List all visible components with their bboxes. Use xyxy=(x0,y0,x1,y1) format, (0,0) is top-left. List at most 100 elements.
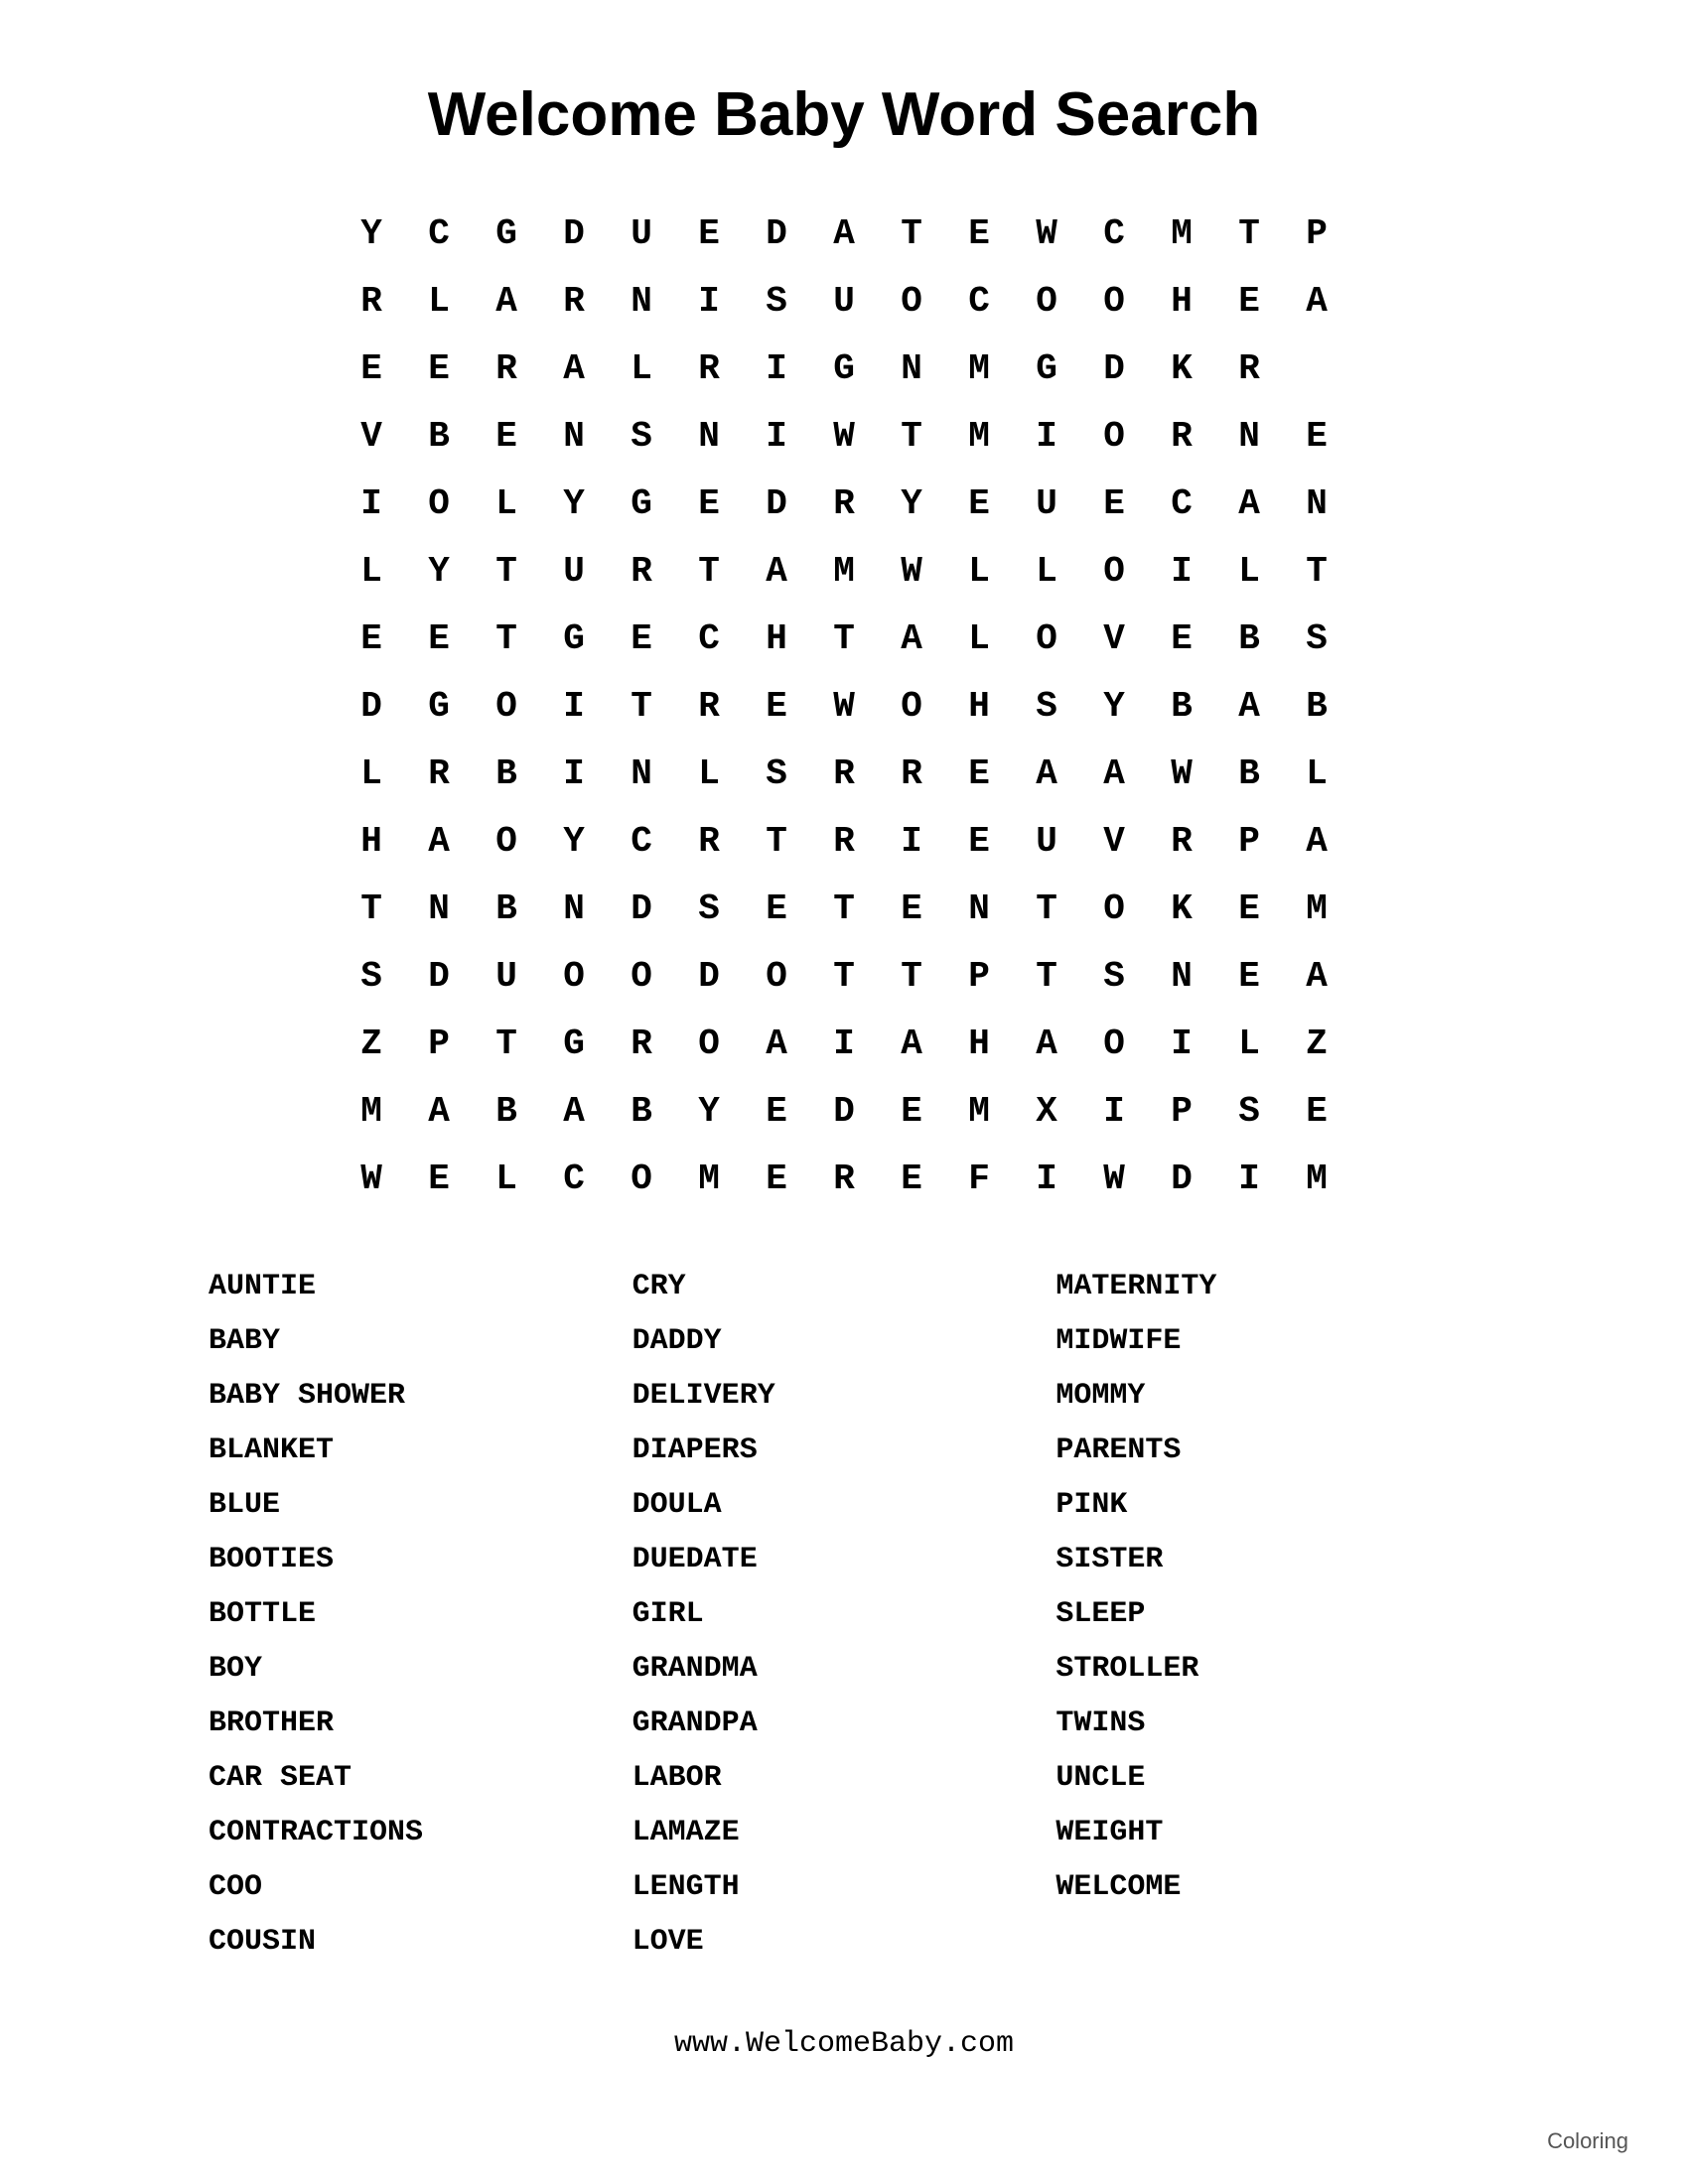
grid-cell: H xyxy=(1148,267,1215,335)
grid-cell: D xyxy=(743,470,810,537)
grid-cell: O xyxy=(405,470,473,537)
grid-cell: W xyxy=(878,537,945,605)
grid-cell: Y xyxy=(540,470,608,537)
grid-cell: I xyxy=(810,1010,878,1077)
grid-cell: T xyxy=(810,942,878,1010)
grid-cell: E xyxy=(405,605,473,672)
word-item: BLANKET xyxy=(209,1426,633,1476)
word-item: BROTHER xyxy=(209,1699,633,1749)
grid-cell: P xyxy=(405,1010,473,1077)
grid-cell: A xyxy=(1215,470,1283,537)
grid-cell: S xyxy=(338,942,405,1010)
grid-cell: U xyxy=(608,200,675,267)
grid-cell: H xyxy=(743,605,810,672)
grid-cell: E xyxy=(1215,875,1283,942)
word-item: CONTRACTIONS xyxy=(209,1808,633,1858)
grid-cell: L xyxy=(338,740,405,807)
grid-cell: F xyxy=(945,1145,1013,1212)
grid-cell: N xyxy=(878,335,945,402)
grid-cell: O xyxy=(1080,875,1148,942)
grid-cell: L xyxy=(945,537,1013,605)
grid-cell: I xyxy=(540,740,608,807)
grid-cell: S xyxy=(608,402,675,470)
grid-cell: N xyxy=(1215,402,1283,470)
grid-cell: E xyxy=(405,335,473,402)
word-item: BOY xyxy=(209,1644,633,1695)
grid-cell: M xyxy=(1283,875,1350,942)
grid-cell: T xyxy=(338,875,405,942)
grid-row: WELCOMEREFIWDIM xyxy=(338,1145,1350,1212)
grid-cell: R xyxy=(338,267,405,335)
grid-cell: E xyxy=(675,470,743,537)
grid-cell: I xyxy=(1013,402,1080,470)
grid-row: LRBINLSRREAAWBL xyxy=(338,740,1350,807)
word-item: SISTER xyxy=(1055,1535,1479,1585)
grid-cell: D xyxy=(810,1077,878,1145)
grid-cell: E xyxy=(1148,605,1215,672)
grid-cell: E xyxy=(1283,1077,1350,1145)
word-item: DADDY xyxy=(633,1316,1056,1367)
grid-cell: L xyxy=(1283,740,1350,807)
word-item: BOTTLE xyxy=(209,1589,633,1640)
grid-cell: P xyxy=(1148,1077,1215,1145)
page: Welcome Baby Word Search YCGDUEDATEWCMTP… xyxy=(0,0,1688,2184)
grid-cell: B xyxy=(1215,740,1283,807)
grid-cell: D xyxy=(1148,1145,1215,1212)
grid-cell: O xyxy=(540,942,608,1010)
grid-cell: P xyxy=(945,942,1013,1010)
word-column: AUNTIEBABYBABY SHOWERBLANKETBLUEBOOTIESB… xyxy=(209,1262,633,1968)
grid-cell: E xyxy=(878,1077,945,1145)
grid-cell: E xyxy=(945,200,1013,267)
grid-row: EERALRIGNMGDKR xyxy=(338,335,1350,402)
grid-cell: Z xyxy=(1283,1010,1350,1077)
grid-cell: S xyxy=(743,267,810,335)
grid-cell: T xyxy=(473,605,540,672)
word-item: LOVE xyxy=(633,1917,1056,1968)
grid-cell: A xyxy=(1283,942,1350,1010)
grid-cell: E xyxy=(608,605,675,672)
word-column: MATERNITYMIDWIFEMOMMYPARENTSPINKSISTERSL… xyxy=(1055,1262,1479,1968)
grid-cell: A xyxy=(1283,267,1350,335)
grid-row: DGOITREWOHSYBAB xyxy=(338,672,1350,740)
word-item: DELIVERY xyxy=(633,1371,1056,1422)
grid-row: ZPTGROAIAHAOILZ xyxy=(338,1010,1350,1077)
grid-cell: L xyxy=(473,470,540,537)
grid-cell: R xyxy=(1148,807,1215,875)
grid-cell: E xyxy=(1215,267,1283,335)
grid-cell: O xyxy=(743,942,810,1010)
grid-cell: U xyxy=(1013,470,1080,537)
grid-cell: W xyxy=(1148,740,1215,807)
word-item: BOOTIES xyxy=(209,1535,633,1585)
grid-cell: R xyxy=(810,470,878,537)
grid-cell: M xyxy=(945,402,1013,470)
grid-cell: H xyxy=(945,1010,1013,1077)
grid-cell: N xyxy=(1148,942,1215,1010)
grid-cell: O xyxy=(1080,1010,1148,1077)
grid-cell: V xyxy=(1080,807,1148,875)
grid-cell: O xyxy=(878,267,945,335)
grid-cell: N xyxy=(540,875,608,942)
grid-cell: R xyxy=(810,740,878,807)
grid-cell: N xyxy=(540,402,608,470)
grid-cell: A xyxy=(1013,1010,1080,1077)
grid-cell: T xyxy=(473,537,540,605)
word-item: CAR SEAT xyxy=(209,1753,633,1804)
word-column: CRYDADDYDELIVERYDIAPERSDOULADUEDATEGIRLG… xyxy=(633,1262,1056,1968)
grid-cell: N xyxy=(675,402,743,470)
word-search-grid: YCGDUEDATEWCMTPRLARNISUOCOOHEAEERALRIGNM… xyxy=(338,200,1350,1212)
grid-row: IOLYGEDRYEUECAN xyxy=(338,470,1350,537)
grid-cell: Y xyxy=(405,537,473,605)
grid-cell: E xyxy=(338,605,405,672)
word-item: GRANDMA xyxy=(633,1644,1056,1695)
grid-cell: B xyxy=(1148,672,1215,740)
grid-cell: R xyxy=(473,335,540,402)
grid-cell: L xyxy=(338,537,405,605)
grid-cell: B xyxy=(473,740,540,807)
word-item: STROLLER xyxy=(1055,1644,1479,1695)
grid-cell: E xyxy=(743,875,810,942)
grid-cell: T xyxy=(878,942,945,1010)
grid-cell: V xyxy=(338,402,405,470)
grid-cell: S xyxy=(675,875,743,942)
grid-cell: A xyxy=(743,1010,810,1077)
word-item: WELCOME xyxy=(1055,1862,1479,1913)
